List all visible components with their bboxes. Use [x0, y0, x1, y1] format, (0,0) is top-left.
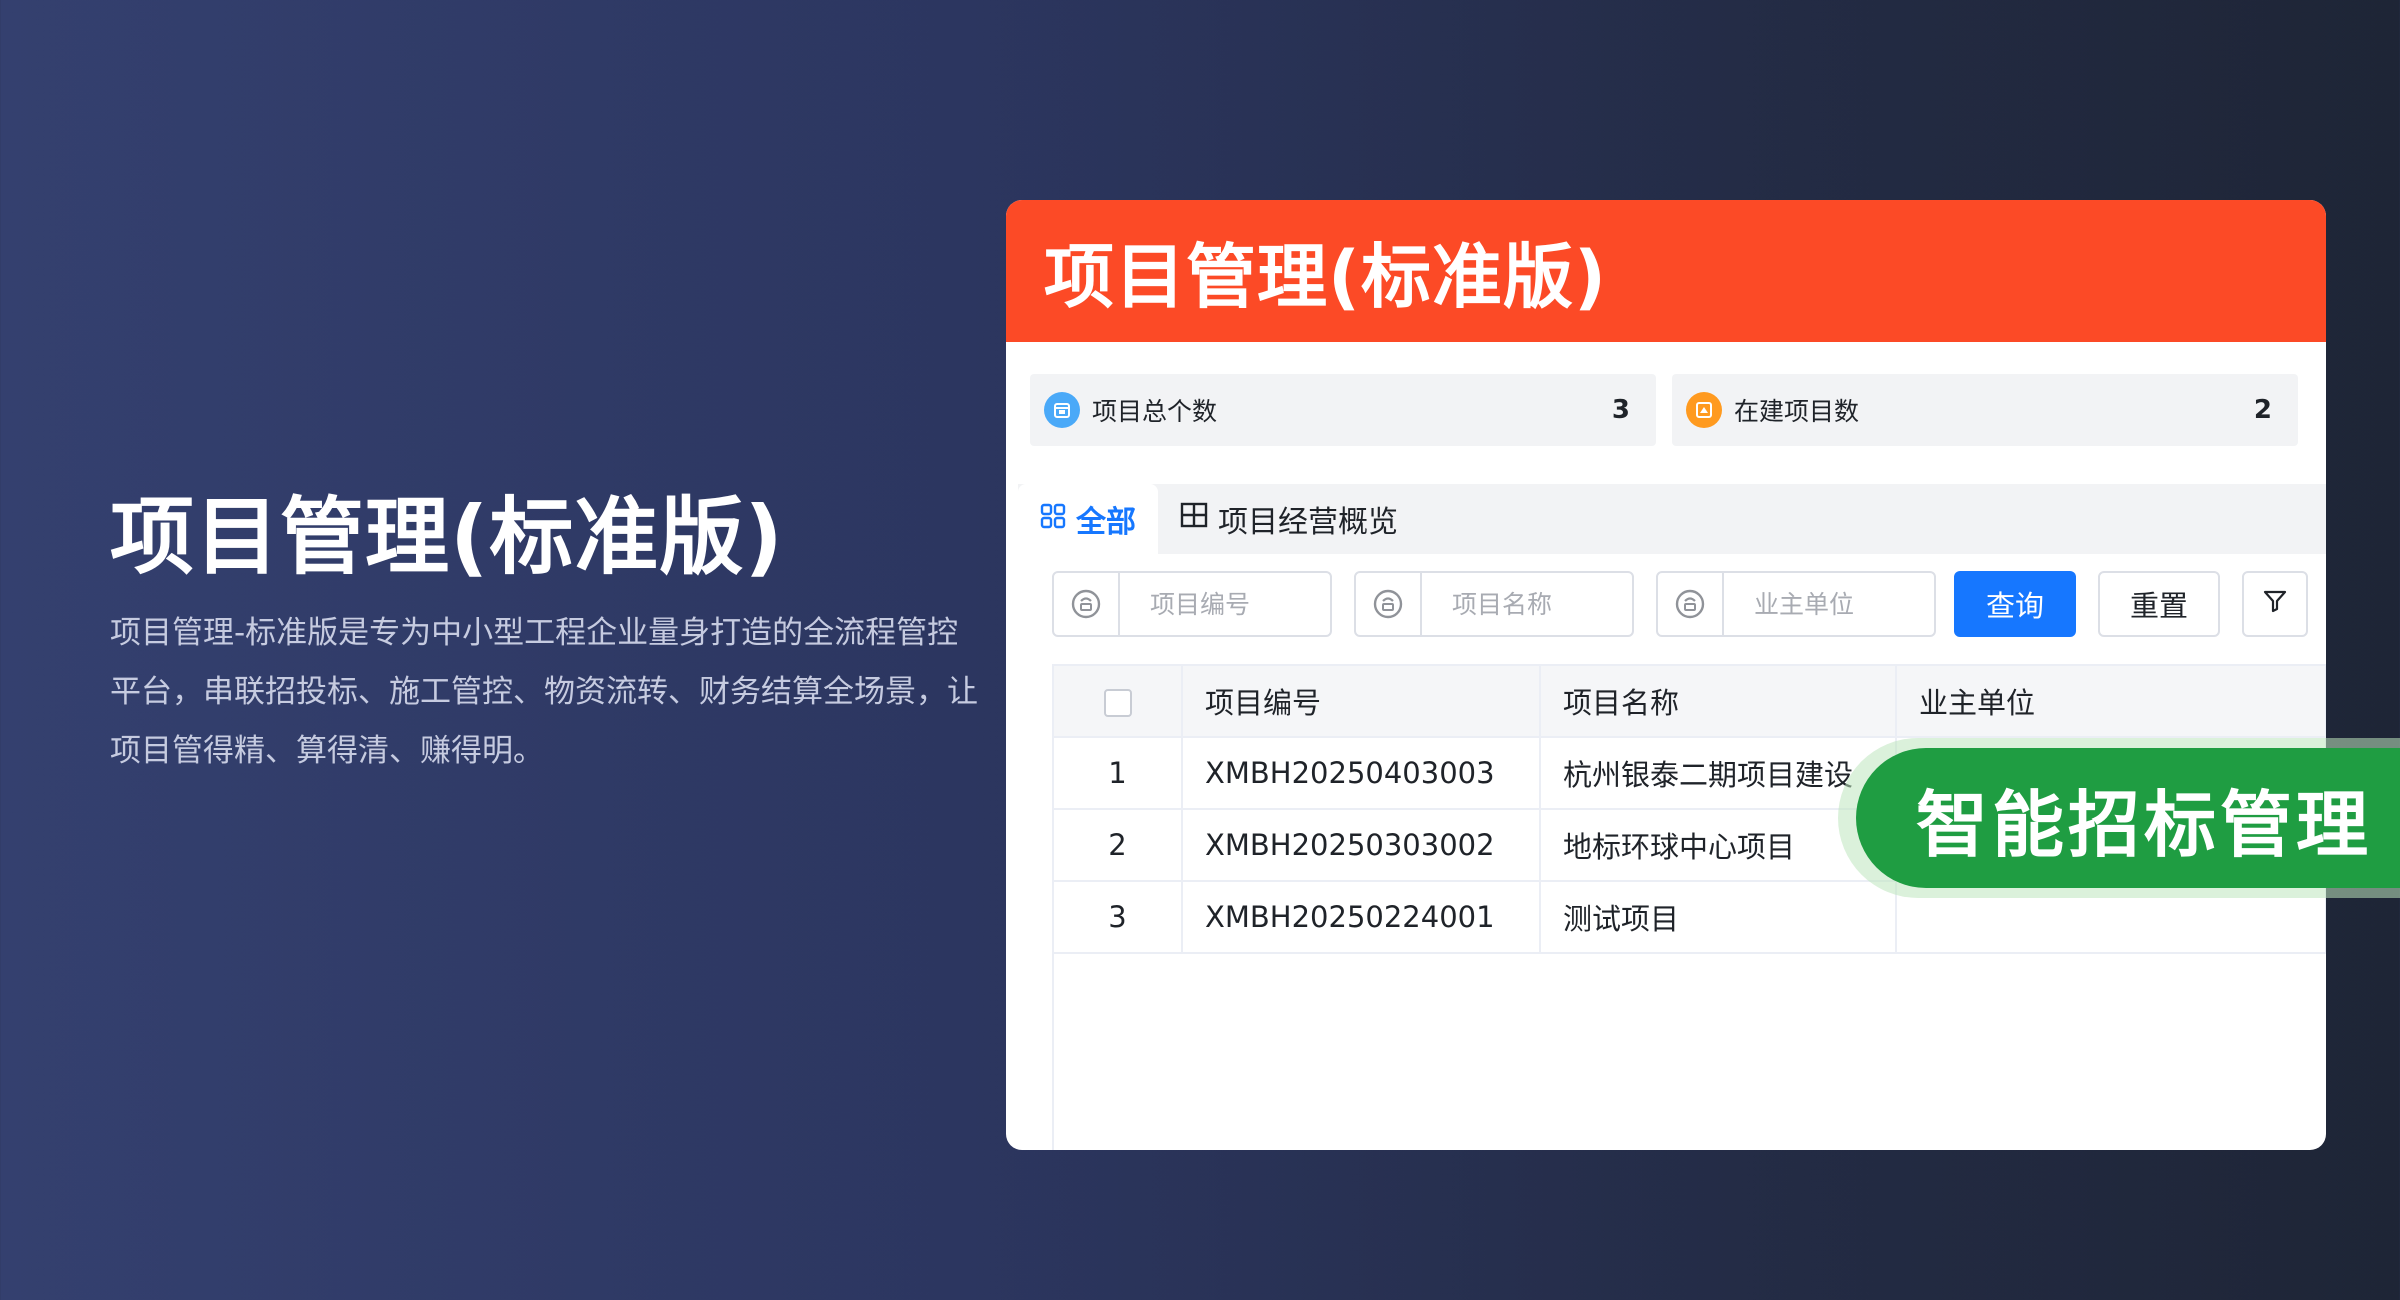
table-icon	[1180, 501, 1208, 537]
select-all-checkbox[interactable]	[1103, 689, 1132, 717]
project-code-filter	[1052, 571, 1332, 637]
contains-icon[interactable]	[1054, 573, 1120, 635]
project-code-input[interactable]	[1120, 573, 1330, 635]
hero-description: 项目管理-标准版是专为中小型工程企业量身打造的全流程管控平台，串联招投标、施工管…	[110, 615, 978, 769]
stat-active-projects: 在建项目数 2	[1672, 374, 2298, 446]
stat-label: 在建项目数	[1734, 397, 1860, 426]
stat-label: 项目总个数	[1092, 397, 1218, 426]
tab-all[interactable]: 全部	[1018, 484, 1158, 554]
row-index: 3	[1054, 881, 1183, 954]
badge-label: 智能招标管理	[1916, 782, 2373, 867]
tab-project-overview[interactable]: 项目经营概览	[1158, 484, 1420, 554]
stats-row: 项目总个数 3 在建项目数 2	[1030, 374, 2298, 446]
row-index: 2	[1054, 809, 1183, 882]
owner-unit-cell	[1896, 881, 2326, 954]
project-table: 项目编号 项目名称 业主单位 1 XMBH20250403003 杭州银泰二期项…	[1052, 664, 2326, 1150]
panel-header: 项目管理(标准版)	[1006, 200, 2326, 342]
stat-value: 2	[2253, 395, 2272, 425]
query-button[interactable]: 查询	[1954, 571, 2076, 637]
project-name-filter	[1354, 571, 1634, 637]
project-name-cell: 杭州银泰二期项目建设	[1540, 737, 1897, 810]
smart-bidding-badge: 智能招标管理	[1856, 748, 2400, 888]
project-code-cell: XMBH20250403003	[1182, 737, 1541, 810]
calendar-icon	[1044, 392, 1080, 428]
filter-bar: 查询 重置	[1052, 570, 2312, 638]
funnel-icon	[2262, 587, 2288, 621]
owner-unit-filter	[1656, 571, 1936, 637]
filter-button[interactable]	[2242, 571, 2308, 637]
build-icon	[1686, 392, 1722, 428]
project-name-input[interactable]	[1422, 573, 1632, 635]
owner-unit-input[interactable]	[1724, 573, 1934, 635]
panel-title: 项目管理(标准版)	[1044, 235, 1607, 318]
stat-value: 3	[1611, 395, 1630, 425]
project-code-cell: XMBH20250224001	[1182, 881, 1541, 954]
column-header: 项目编号	[1182, 664, 1541, 738]
reset-button[interactable]: 重置	[2098, 571, 2220, 637]
select-all-cell	[1054, 664, 1183, 738]
table-header-row: 项目编号 项目名称 业主单位	[1054, 664, 2326, 738]
project-name-cell: 测试项目	[1540, 881, 1897, 954]
row-index: 1	[1054, 737, 1183, 810]
contains-icon[interactable]	[1658, 573, 1724, 635]
column-header: 项目名称	[1540, 664, 1897, 738]
stat-total-projects: 项目总个数 3	[1030, 374, 1656, 446]
project-code-cell: XMBH20250303002	[1182, 809, 1541, 882]
app-panel: 项目管理(标准版) 项目总个数 3 在建项目数 2 全部 项目经营概览 项目编号…	[1006, 200, 2326, 1150]
tab-bar: 全部 项目经营概览	[1018, 484, 2326, 554]
column-header: 业主单位	[1896, 664, 2326, 738]
contains-icon[interactable]	[1356, 573, 1422, 635]
project-name-cell: 地标环球中心项目	[1540, 809, 1897, 882]
table-row[interactable]: 3 XMBH20250224001 测试项目	[1054, 881, 2326, 954]
hero-title: 项目管理(标准版)	[110, 488, 784, 586]
grid-icon	[1040, 502, 1066, 537]
tab-label: 项目经营概览	[1218, 505, 1398, 540]
tab-label: 全部	[1076, 505, 1136, 540]
